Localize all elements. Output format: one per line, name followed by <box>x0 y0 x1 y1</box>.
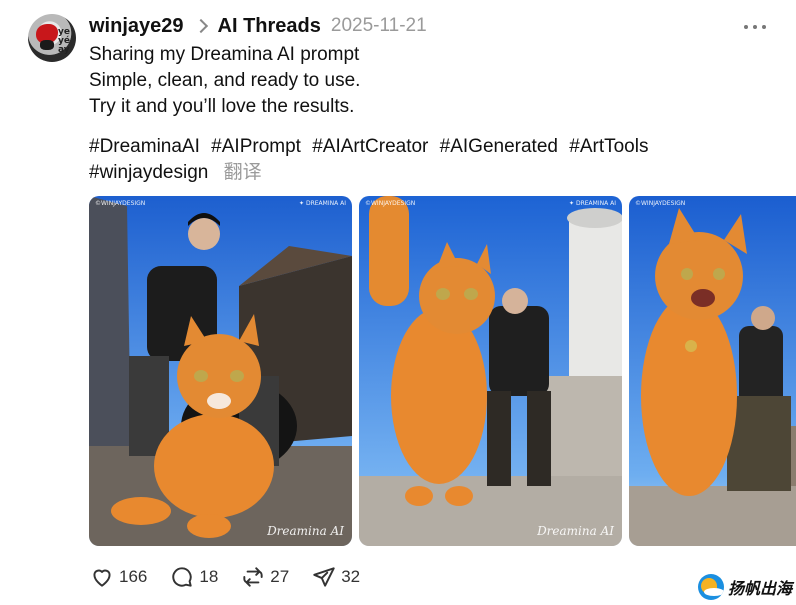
hashtags: #DreaminaAI #AIPrompt #AIArtCreator #AIG… <box>89 134 689 186</box>
post-line: Simple, clean, and ready to use. <box>89 70 361 91</box>
watermark-left: ©WINJAYDESIGN <box>95 200 146 207</box>
post-line: Try it and you’ll love the results. <box>89 96 355 117</box>
watermark-bottom: Dreamina AI <box>537 524 614 538</box>
repost-button[interactable]: 27 <box>240 564 289 590</box>
hashtag-link[interactable]: #winjaydesign <box>89 162 208 183</box>
like-count: 166 <box>119 567 148 586</box>
chevron-right-icon <box>193 18 208 34</box>
share-button[interactable]: 32 <box>311 564 360 590</box>
avatar-art-dark <box>40 40 54 50</box>
avatar-text: ye yé ay <box>58 27 70 55</box>
comment-icon <box>172 567 193 587</box>
watermark-left: ©WINJAYDESIGN <box>635 200 686 207</box>
post-header: winjaye29 AI Threads 2025-11-21 <box>89 13 427 39</box>
avatar[interactable]: ye yé ay <box>28 14 76 62</box>
hashtag-link[interactable]: #AIArtCreator <box>312 136 428 157</box>
hashtag-link[interactable]: #ArtTools <box>569 136 648 157</box>
dot-icon <box>762 25 766 29</box>
send-icon <box>313 567 335 587</box>
repost-icon <box>243 567 263 587</box>
post-image-2[interactable]: ©WINJAYDESIGN ✦ DREAMINA AI Dreamina AI <box>359 196 622 546</box>
post-date: 2025-11-21 <box>330 15 427 36</box>
hashtag-link[interactable]: #AIGenerated <box>440 136 558 157</box>
image-2-art <box>359 196 622 546</box>
repost-count: 27 <box>270 567 290 586</box>
dot-icon <box>744 25 748 29</box>
comment-count: 18 <box>199 567 219 586</box>
share-count: 32 <box>341 567 361 586</box>
image-1-art <box>89 196 352 546</box>
post-body: Sharing my Dreamina AI prompt Simple, cl… <box>89 42 360 120</box>
translate-button[interactable]: 翻译 <box>224 162 262 183</box>
brand-watermark: 扬帆出海 <box>698 574 792 600</box>
dot-icon <box>753 25 757 29</box>
post-image-3[interactable]: ©WINJAYDESIGN <box>629 196 796 546</box>
watermark-bottom: Dreamina AI <box>267 524 344 538</box>
comment-button[interactable]: 18 <box>169 564 218 590</box>
post-image-1[interactable]: ©WINJAYDESIGN ✦ DREAMINA AI Dreamina AI <box>89 196 352 546</box>
post-line: Sharing my Dreamina AI prompt <box>89 44 360 65</box>
more-options-button[interactable] <box>744 16 766 38</box>
watermark-right: ✦ DREAMINA AI <box>569 200 616 207</box>
watermark-right: ✦ DREAMINA AI <box>299 200 346 207</box>
brand-name: 扬帆出海 <box>728 581 793 598</box>
hashtag-link[interactable]: #DreaminaAI <box>89 136 200 157</box>
username-link[interactable]: winjaye29 <box>89 15 184 38</box>
image-3-art <box>629 196 796 546</box>
like-button[interactable]: 166 <box>89 564 147 590</box>
action-bar: 166 18 27 32 <box>89 564 382 590</box>
thread-link[interactable]: AI Threads <box>218 15 321 38</box>
heart-icon <box>93 569 111 587</box>
hashtag-link[interactable]: #AIPrompt <box>211 136 301 157</box>
sail-logo-icon <box>698 574 724 600</box>
watermark-left: ©WINJAYDESIGN <box>365 200 416 207</box>
